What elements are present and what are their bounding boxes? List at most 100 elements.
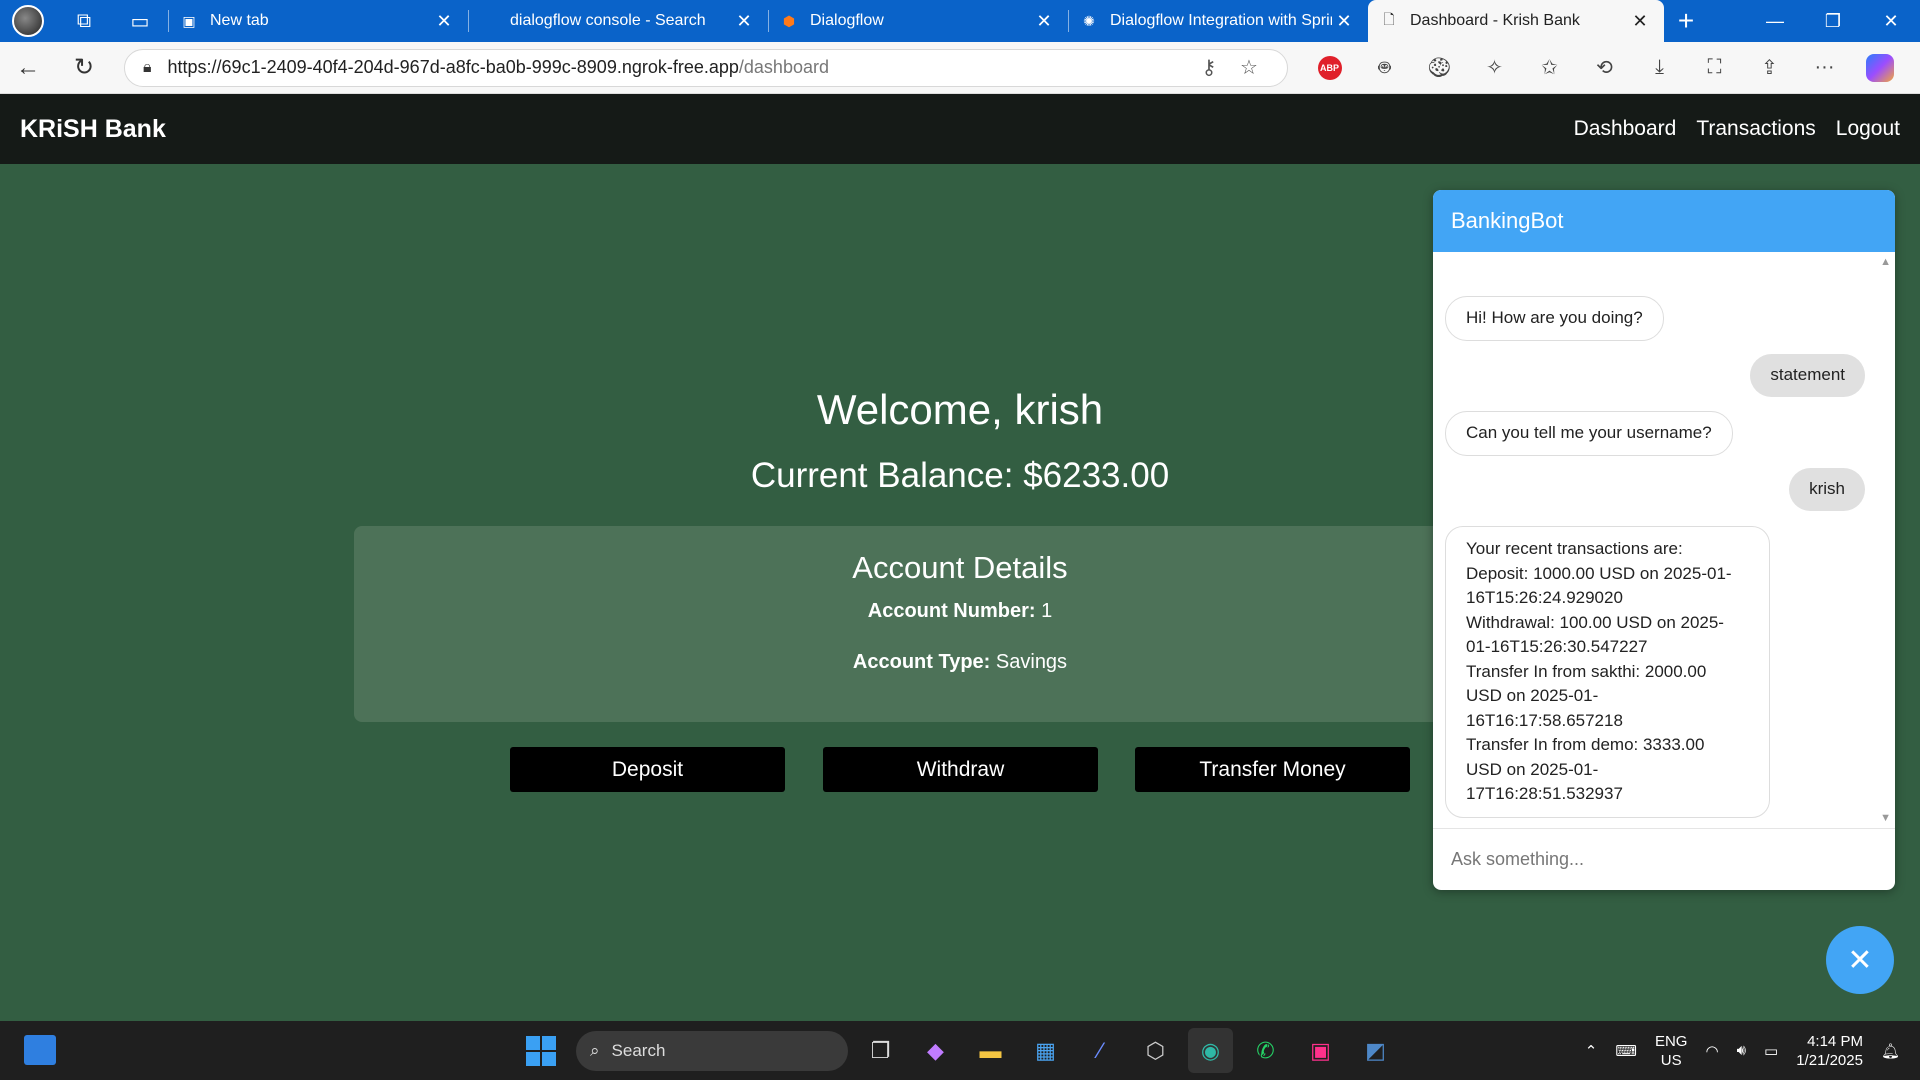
- taskbar-search-box[interactable]: ⌕ Search: [576, 1030, 848, 1071]
- extension-robot-icon[interactable]: 🤖︎: [1357, 42, 1412, 94]
- adblock-plus-extension[interactable]: ABP: [1302, 42, 1357, 94]
- bank-dashboard-page: KRiSH Bank Dashboard Transactions Logout…: [0, 94, 1920, 1021]
- close-tab-icon[interactable]: ✕: [1032, 11, 1056, 32]
- history-icon[interactable]: ⟲: [1577, 42, 1632, 94]
- refresh-icon[interactable]: ↻: [56, 42, 112, 94]
- tab-title: Dialogflow Integration with Sprin: [1110, 12, 1332, 29]
- vertical-tabs-icon[interactable]: ▭: [112, 0, 168, 42]
- new-tab-icon: ▣: [182, 12, 196, 29]
- copilot-app-icon[interactable]: ◆: [913, 1028, 958, 1073]
- task-view-icon[interactable]: ❐: [858, 1028, 903, 1073]
- copilot-icon[interactable]: [1852, 42, 1907, 94]
- nav-dashboard-link[interactable]: Dashboard: [1574, 117, 1677, 141]
- url-path: /dashboard: [738, 57, 829, 77]
- clock-date: 1/21/2025: [1796, 1051, 1863, 1069]
- lock-icon[interactable]: 🔒︎: [143, 59, 152, 77]
- cookie-extension-icon[interactable]: 🍪︎: [1412, 42, 1467, 94]
- volume-icon[interactable]: 🔊︎: [1737, 1042, 1746, 1059]
- account-details-card: Account Details Account Number: 1 Accoun…: [354, 526, 1566, 722]
- whatsapp-icon[interactable]: ✆: [1243, 1028, 1288, 1073]
- unity-hub-icon[interactable]: ⬡: [1133, 1028, 1178, 1073]
- taskbar-search-label: Search: [611, 1040, 666, 1060]
- notification-bell-icon[interactable]: 🔔︎: [1881, 1042, 1900, 1060]
- intellij-idea-icon[interactable]: ▣: [1298, 1028, 1343, 1073]
- downloads-icon[interactable]: ⤓: [1632, 42, 1687, 94]
- bot-transactions-message: Your recent transactions are: Deposit: 1…: [1445, 526, 1770, 818]
- user-message: statement: [1750, 354, 1865, 397]
- chat-messages[interactable]: ▲ Hi! How are you doing? statement Can y…: [1433, 252, 1895, 828]
- deposit-button[interactable]: Deposit: [510, 747, 785, 792]
- nav-transactions-link[interactable]: Transactions: [1696, 117, 1815, 141]
- extensions-puzzle-icon[interactable]: ✧: [1467, 42, 1522, 94]
- favorites-icon[interactable]: ✩: [1522, 42, 1577, 94]
- tab-dashboard-krish-bank[interactable]: 🗋 Dashboard - Krish Bank ✕: [1368, 0, 1664, 42]
- file-explorer-icon[interactable]: ▬: [968, 1028, 1013, 1073]
- start-windows-icon[interactable]: [526, 1035, 556, 1066]
- account-details-heading: Account Details: [852, 550, 1068, 585]
- page-icon: 🗋: [1383, 11, 1395, 27]
- withdraw-button[interactable]: Withdraw: [823, 747, 1098, 792]
- close-tab-icon[interactable]: ✕: [732, 11, 756, 32]
- profile-avatar-icon[interactable]: [0, 0, 56, 42]
- search-icon: [480, 12, 498, 30]
- address-bar[interactable]: 🔒︎ https://69c1-2409-40f4-204d-967d-a8fc…: [124, 48, 1288, 87]
- chat-close-button[interactable]: ✕: [1826, 926, 1894, 994]
- restore-icon[interactable]: ❐: [1804, 0, 1862, 42]
- language-indicator[interactable]: ENG US: [1655, 1032, 1688, 1070]
- tab-dialogflow[interactable]: ⬢ Dialogflow ✕: [768, 0, 1068, 42]
- scroll-up-arrow-icon[interactable]: ▲: [1880, 256, 1891, 268]
- widgets-icon[interactable]: [24, 1035, 56, 1065]
- message-line: USD on 2025-01-: [1466, 686, 1599, 705]
- chat-input[interactable]: [1451, 849, 1871, 870]
- taskbar-clock[interactable]: 4:14 PM 1/21/2025: [1796, 1032, 1863, 1070]
- browser-tab-strip: ⧉ ▭ ▣ New tab ✕ dialogflow console - Sea…: [0, 0, 1920, 42]
- nav-logout-link[interactable]: Logout: [1836, 117, 1900, 141]
- mysql-workbench-icon[interactable]: ◩: [1353, 1028, 1398, 1073]
- close-tab-icon[interactable]: ✕: [432, 11, 456, 32]
- microsoft-store-icon[interactable]: ▦: [1023, 1028, 1068, 1073]
- abp-icon: ABP: [1317, 55, 1342, 80]
- region-code: US: [1660, 1051, 1682, 1069]
- mathpix-app-icon[interactable]: ⁄: [1078, 1028, 1123, 1073]
- chat-header: BankingBot: [1433, 190, 1895, 252]
- transfer-money-button[interactable]: Transfer Money: [1135, 747, 1410, 792]
- chatgpt-icon: ✺: [1083, 12, 1095, 29]
- close-window-icon[interactable]: ✕: [1862, 0, 1920, 42]
- site-navbar: KRiSH Bank Dashboard Transactions Logout: [0, 94, 1920, 164]
- scroll-down-arrow-icon[interactable]: ▼: [1880, 812, 1891, 824]
- show-hidden-icons-icon[interactable]: ⌃: [1585, 1042, 1598, 1060]
- close-icon: ✕: [1847, 943, 1873, 977]
- close-tab-icon[interactable]: ✕: [1628, 11, 1652, 32]
- close-tab-icon[interactable]: ✕: [1332, 11, 1356, 32]
- url-text[interactable]: https://69c1-2409-40f4-204d-967d-a8fc-ba…: [168, 57, 1189, 78]
- message-line: 16T16:17:58.657218: [1466, 710, 1623, 730]
- wifi-icon[interactable]: ◠: [1705, 1042, 1718, 1060]
- keyboard-icon[interactable]: ⌨: [1615, 1042, 1637, 1060]
- chat-title: BankingBot: [1451, 208, 1564, 233]
- message-line: Withdrawal: 100.00 USD on 2025-: [1466, 612, 1724, 632]
- more-menu-icon[interactable]: ···: [1797, 42, 1852, 94]
- edge-browser-icon[interactable]: ◉: [1188, 1028, 1233, 1073]
- message-line: Your recent transactions are:: [1466, 539, 1683, 558]
- tab-new-tab[interactable]: ▣ New tab ✕: [168, 0, 468, 42]
- account-number-row: Account Number: 1: [354, 600, 1566, 623]
- screenshot-icon[interactable]: ⛶: [1687, 42, 1742, 94]
- windows-taskbar: ⌕ Search ❐ ◆ ▬ ▦ ⁄ ⬡ ◉ ✆ ▣ ◩ ⌃ ⌨ ENG US …: [0, 1021, 1920, 1080]
- minimize-icon[interactable]: —: [1746, 0, 1804, 42]
- tab-dialogflow-integration[interactable]: ✺ Dialogflow Integration with Sprin ✕: [1068, 0, 1368, 42]
- tab-dialogflow-search[interactable]: dialogflow console - Search ✕: [468, 0, 768, 42]
- favorite-star-icon[interactable]: ☆: [1229, 55, 1269, 80]
- message-line: 16T15:26:24.929020: [1466, 588, 1623, 607]
- bot-message: Hi! How are you doing?: [1445, 296, 1664, 341]
- key-icon[interactable]: ⚷: [1189, 55, 1229, 80]
- user-message: krish: [1789, 468, 1865, 511]
- tab-title: Dashboard - Krish Bank: [1410, 12, 1580, 29]
- new-tab-plus-icon[interactable]: +: [1664, 5, 1708, 37]
- share-icon[interactable]: ⇪: [1742, 42, 1797, 94]
- account-number-label: Account Number:: [867, 600, 1036, 622]
- workspaces-icon[interactable]: ⧉: [56, 0, 112, 42]
- back-arrow-icon[interactable]: ←: [0, 42, 56, 94]
- browser-toolbar: ← ↻ 🔒︎ https://69c1-2409-40f4-204d-967d-…: [0, 42, 1920, 94]
- brand-logo[interactable]: KRiSH Bank: [20, 115, 166, 144]
- battery-icon[interactable]: ▭: [1764, 1042, 1778, 1060]
